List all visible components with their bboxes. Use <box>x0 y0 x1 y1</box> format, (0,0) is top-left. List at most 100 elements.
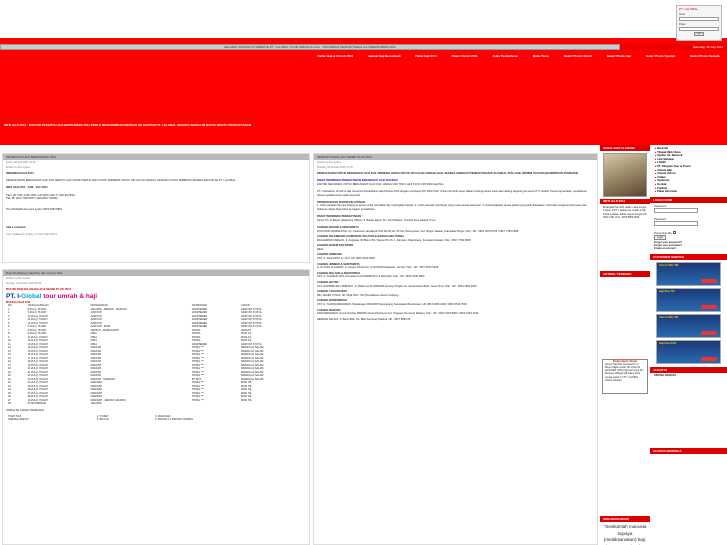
s3-title: PAKET INFORMASI PENDAFTARAN : <box>317 215 363 219</box>
center-post-body: PENDAFTARAN UNTUK BERANGKAT HAJI 2011 TE… <box>314 170 597 323</box>
motivator-box: Kisah Haji & Umroh Syukur Haji 2011 bers… <box>602 359 648 395</box>
branch-item: CABANG MADURA ZAINURRAHMAN, Dusun Pacitan… <box>317 309 594 316</box>
branch-item: CABANG BATAM DAN KEPRI REAL <box>317 244 594 251</box>
route-post: Rute Perjalanan Haji Plus dan Umroh Plus… <box>2 269 310 545</box>
branch-body: UST. DARAINE EDY WIBOWO, Jl. Melati Ina … <box>317 284 477 288</box>
username-input[interactable] <box>654 207 698 213</box>
left-post-signoff: The PANGERI dan team syakur 0878 0990 88… <box>6 207 63 211</box>
nav-item[interactable]: Buku Tamu <box>533 54 549 58</box>
branch-body: H. M. KHOLIS AHMAD, Jl. Hayam Wuruk No. … <box>317 266 439 270</box>
login-form: Username Password Remember Me Login Forg… <box>650 203 727 252</box>
menu-item-label: Kontak <box>657 182 667 186</box>
branch-body: UST. H. SUGIARTO LL. M.H. HP. 0815 5130 … <box>317 257 375 261</box>
right-column-1: ASSALAMU'ALAIKUM INFO HAJI 2011 Berangka… <box>600 145 650 545</box>
table-cell: 28 <box>8 402 11 406</box>
branch-body: REAL <box>317 247 324 251</box>
ad-banner[interactable]: Haji Plus 2011 <box>656 339 721 364</box>
table-cell <box>190 402 239 406</box>
nav-item[interactable]: Jadwal Haji Bersubsidi <box>368 54 401 58</box>
remember-checkbox[interactable] <box>672 230 676 234</box>
s1-body-2: PT. I-Globaltour Umrah & Haji menerima P… <box>317 189 587 197</box>
left-post-text-4: TEL JB: (021) 7828 5567 (JAKARTA TIMUR) <box>6 197 58 201</box>
ad-list: Umroh 2011 TM Haji Plus TM Umroh 2011 TM Ha… <box>650 261 727 364</box>
brand-logo-text: PT. I-Global tour umrah & haji <box>6 292 98 300</box>
branch-list: CABANG BOGOR & SEKITARNYA RIYA DOIR HASBA… <box>317 226 594 316</box>
nav-item[interactable]: Paket Haji 2011 <box>415 54 437 58</box>
login-button[interactable]: Login <box>654 234 667 240</box>
center-footer-line: HERMAN FELANI. Jl. Bauri Blok. No. Blok … <box>317 317 411 321</box>
ad-button[interactable] <box>701 356 717 361</box>
nav-item[interactable]: Daftar Haji & Umroh 2011 <box>317 54 353 58</box>
header-pass-input[interactable] <box>679 27 719 31</box>
password-input[interactable] <box>654 220 698 226</box>
nav-item[interactable]: Jalan Pendaftaran <box>492 54 518 58</box>
menu-item-label: Alumni Umroh <box>657 172 676 176</box>
menu-item[interactable]: ▸ Paket Informasi <box>650 190 727 194</box>
pass-label: Pass <box>679 22 686 26</box>
quote-text: "Sesikanlah manusia supaya (melaksanakan… <box>603 524 647 545</box>
branch-body: MUHAMMAD FARHAN, Jl. Angkatan 45 Blok H … <box>317 238 471 242</box>
branch-body: UST. H. TAUFIQURRAHMAN, Pakalangan RW04/… <box>317 303 467 306</box>
table-cell: 01 MUHARRAM <box>27 402 46 406</box>
center-intro: PENDAFTARAN UNTUK BERANGKAT HAJI 2011 TE… <box>317 172 579 175</box>
photo-caption-body: Berangkat Haji 2011 dalam masa tunggu 5 … <box>603 206 647 219</box>
ad-label: Haji Plus TM <box>659 289 675 293</box>
table-cell: ATENDA ARAFAH <box>8 418 29 422</box>
ad-label: Haji Plus 2011 <box>659 341 677 345</box>
menu-item-label: Syukur Inf. Network <box>657 154 683 158</box>
ad-banner[interactable]: Umroh 2011 TM <box>656 313 721 338</box>
date-bar: Saturday, 30 July 2011 <box>620 44 727 50</box>
marquee-bar: SELAMAT DATANG DI WEBSITE PT. I-GLOBAL T… <box>0 44 620 50</box>
ad-banner[interactable]: Umroh 2011 TM <box>656 261 721 286</box>
pesan-title: UCAPAN MERDEKA <box>650 447 727 454</box>
menu-item-label: PT. Alhayam Tour & Travel <box>657 164 691 168</box>
nav-item[interactable]: Paket Umroh 2011 <box>452 54 478 58</box>
table-cell: JAKARTA <box>90 402 102 406</box>
branch-item: CABANG PALEMBANG (SUMATERA SELATAN & BAN… <box>317 235 594 242</box>
table-cell: 5. BUS AC <box>96 418 109 422</box>
branch-title: CABANG YOGYAKARTA <box>317 290 348 294</box>
quote-space <box>650 378 727 448</box>
branch-title: CABANG PALEMBANG (SUMATERA SELATAN & BAN… <box>317 235 404 239</box>
header-user-input[interactable] <box>679 17 719 21</box>
menu-item-label: LOGIN <box>657 161 666 165</box>
route-footnote: HARGA SE SUDAH TERMASUK <box>6 409 45 413</box>
ad-button[interactable] <box>701 304 717 309</box>
table-cell: 6. MAKAN 3 X SEHARI CATRING <box>155 418 194 422</box>
branch-item: CABANG SERDANG UST. H. SUGIARTO LL. M.H. … <box>317 253 594 260</box>
ad-button[interactable] <box>701 278 717 283</box>
nav-item[interactable]: Galeri Photo Kanada <box>690 54 720 58</box>
branch-body: IBN. MAHIR YUSUF. HP. 0819 9427 730 (Pen… <box>317 293 399 297</box>
menu-item-label: Paket Informasi <box>657 190 678 194</box>
branch-item: CABANG JEMBER & SEKITARNYA H. M. KHOLIS A… <box>317 263 594 270</box>
photo-box-title: ASSALAMU'ALAIKUM <box>600 145 650 151</box>
branch-title: CABANG BATAM DAN KEPRI <box>317 244 354 248</box>
nav-item[interactable]: Galeri Photo Umroh <box>564 54 592 58</box>
branch-item: CABANG MALANG & SEKITARNYA UST. H. ACHMAD… <box>317 272 594 279</box>
customer-service-title: CUSTOMER SERVICE <box>650 253 727 260</box>
ad-banner[interactable]: Haji Plus TM <box>656 287 721 312</box>
articles-list <box>600 277 650 357</box>
branch-title: CABANG BONDOWOSO <box>317 299 347 303</box>
route-table: NO TANGGAL/BULAN KETERANGAN AKOMODASI LOKASI… <box>6 304 306 406</box>
top-banner <box>0 0 727 38</box>
ad-button[interactable] <box>701 330 717 335</box>
add-comment-link[interactable]: Add a comment <box>6 226 25 229</box>
s1-body: DAFTAR SEKARANG UNTUK BERANGKAT HAJI 201… <box>317 182 444 186</box>
branch-item: CABANG BLITAR UST. DARAINE EDY WIBOWO, Jl… <box>317 281 594 288</box>
left-post: INFORMASI HAJI BERSUBSIDI 2011 Friday, 0… <box>2 153 310 263</box>
header-go-button[interactable]: GO <box>694 32 704 36</box>
branch-item: CABANG BONDOWOSO UST. H. TAUFIQURRAHMAN, … <box>317 299 594 306</box>
nav-item[interactable]: Galeri Photo Syariah <box>646 54 676 58</box>
branch-item: CABANG YOGYAKARTA IBN. MAHIR YUSUF. HP. 0… <box>317 290 594 297</box>
right-column-2: ▸ Beranda ▸ Tilapak Web Ulasn ▸ Syukur Inf… <box>650 145 727 545</box>
route-foot-table: TIKET HAJI 2. TICKET 3. MAKANAN ATENDA ARAF… <box>6 415 306 422</box>
nav-item[interactable]: Galeri Photo Haji <box>607 54 631 58</box>
login-link[interactable]: Create an account <box>654 247 723 250</box>
left-post-body: INFORMASI HAJI 2011 : PENDAFTARAN BERANG… <box>3 170 309 239</box>
main-nav: Daftar Haji & Umroh 2011 Jadwal Haji Bers… <box>310 52 727 60</box>
profile-photo <box>603 153 647 197</box>
table-row: ATENDA ARAFAH 5. BUS AC 6. MAKAN 3 X SEHAR… <box>6 418 306 422</box>
center-post: PENDAFTARAN HAJI SESBI PLUS 2011 Written… <box>313 153 598 545</box>
menu-item-label: Beranda <box>657 147 668 150</box>
